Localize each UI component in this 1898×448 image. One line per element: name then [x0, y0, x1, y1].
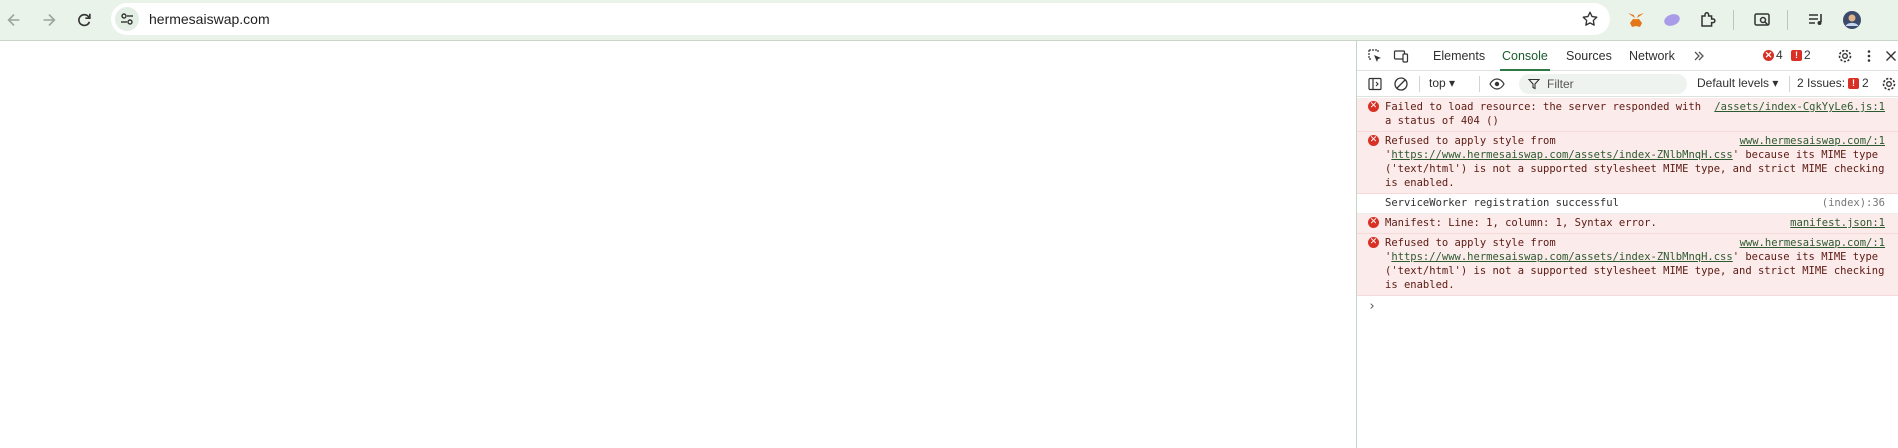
tab-network[interactable]: Network: [1629, 41, 1675, 71]
reload-button[interactable]: [70, 6, 98, 34]
address-bar[interactable]: hermesaiswap.com: [111, 3, 1610, 35]
devtools-tabbar: Elements Console Sources Network ✕ 4 ! 2: [1357, 41, 1898, 71]
stylesheet-url-link[interactable]: https://www.hermesaiswap.com/assets/inde…: [1391, 251, 1732, 263]
arrow-right-icon: [43, 14, 56, 26]
filterbar-divider: [1419, 76, 1420, 92]
error-count-text: 4: [1776, 48, 1783, 62]
arrow-left-icon: [7, 14, 20, 26]
page-viewport: [0, 41, 1356, 448]
message-text: Failed to load resource: the server resp…: [1385, 101, 1702, 127]
stylesheet-url-link[interactable]: https://www.hermesaiswap.com/assets/inde…: [1391, 149, 1732, 161]
message-text: Manifest: Line: 1, column: 1, Syntax err…: [1385, 217, 1657, 229]
filter-placeholder: Filter: [1547, 77, 1574, 91]
forward-button[interactable]: [35, 6, 63, 34]
filter-input[interactable]: Filter: [1519, 74, 1687, 94]
issue-counter[interactable]: ! 2: [1791, 48, 1811, 62]
more-tabs-chevron-icon[interactable]: [1689, 46, 1709, 66]
error-counter[interactable]: ✕ 4: [1763, 48, 1783, 62]
source-link[interactable]: (index):36: [1822, 196, 1885, 210]
console-filterbar: top ▾ Filter Default levels ▾ 2 Issues: …: [1357, 71, 1898, 97]
tab-elements[interactable]: Elements: [1433, 41, 1485, 71]
console-settings-gear-icon[interactable]: [1879, 74, 1898, 94]
clear-console-icon[interactable]: [1391, 74, 1411, 94]
tab-sources[interactable]: Sources: [1566, 41, 1612, 71]
source-link[interactable]: manifest.json:1: [1790, 216, 1885, 230]
extensions-puzzle-icon[interactable]: [1695, 7, 1721, 33]
context-select[interactable]: top ▾: [1429, 76, 1455, 90]
issues-label: 2 Issues:: [1797, 76, 1846, 90]
back-button[interactable]: [0, 6, 28, 34]
issues-badge-count: 2: [1862, 76, 1869, 90]
message-text: ServiceWorker registration successful: [1385, 197, 1619, 209]
tab-console[interactable]: Console: [1500, 41, 1550, 71]
prompt-chevron-icon: ›: [1368, 299, 1376, 314]
close-icon[interactable]: [1881, 46, 1898, 66]
bookmark-star-icon[interactable]: [1581, 10, 1599, 28]
error-icon: ✕: [1368, 101, 1379, 112]
inspect-element-icon[interactable]: [1365, 46, 1385, 66]
error-icon: ✕: [1368, 217, 1379, 228]
media-playlist-icon[interactable]: [1803, 7, 1829, 33]
source-link[interactable]: /assets/index-CgkYyLe6.js:1: [1714, 100, 1885, 114]
kebab-menu-icon[interactable]: [1859, 46, 1879, 66]
toolbar-divider: [1787, 10, 1788, 30]
console-error-message: ✕ /assets/index-CgkYyLe6.js:1 Failed to …: [1357, 98, 1898, 132]
error-icon: ✕: [1368, 135, 1379, 146]
tune-icon: [121, 13, 133, 25]
issue-flag-icon: !: [1791, 49, 1802, 61]
chevron-down-icon: ▾: [1772, 76, 1779, 90]
devtools-panel: Elements Console Sources Network ✕ 4 ! 2: [1356, 41, 1898, 448]
toolbar-divider: [1733, 10, 1734, 30]
metamask-extension-icon[interactable]: [1623, 7, 1649, 33]
console-error-message: ✕ www.hermesaiswap.com/:1 Refused to app…: [1357, 234, 1898, 296]
console-log-message: (index):36 ServiceWorker registration su…: [1357, 194, 1898, 214]
live-expression-eye-icon[interactable]: [1487, 74, 1507, 94]
profile-avatar[interactable]: [1839, 7, 1865, 33]
console-error-message: ✕ www.hermesaiswap.com/:1 Refused to app…: [1357, 132, 1898, 194]
log-levels-label: Default levels: [1697, 76, 1770, 90]
chevron-down-icon: ▾: [1449, 76, 1456, 90]
device-toolbar-icon[interactable]: [1391, 46, 1411, 66]
issues-link[interactable]: 2 Issues: ! 2: [1797, 76, 1869, 90]
issue-flag-icon: !: [1848, 77, 1860, 89]
console-messages: ✕ /assets/index-CgkYyLe6.js:1 Failed to …: [1357, 98, 1898, 314]
context-value: top: [1429, 76, 1446, 90]
issue-count-text: 2: [1804, 48, 1811, 62]
filter-funnel-icon: [1528, 78, 1540, 90]
url-text[interactable]: hermesaiswap.com: [149, 11, 270, 27]
error-icon: ✕: [1368, 237, 1379, 248]
console-prompt[interactable]: ›: [1357, 296, 1898, 314]
source-link[interactable]: www.hermesaiswap.com/:1: [1740, 236, 1885, 250]
google-lens-icon[interactable]: [1749, 7, 1775, 33]
sidebar-toggle-icon[interactable]: [1365, 74, 1385, 94]
error-icon: ✕: [1763, 49, 1774, 61]
reload-icon: [78, 13, 91, 27]
browser-toolbar: hermesaiswap.com: [0, 0, 1898, 41]
console-error-message: ✕ manifest.json:1 Manifest: Line: 1, col…: [1357, 214, 1898, 234]
filterbar-divider: [1479, 76, 1480, 92]
source-link[interactable]: www.hermesaiswap.com/:1: [1740, 134, 1885, 148]
settings-gear-icon[interactable]: [1835, 46, 1855, 66]
log-levels-dropdown[interactable]: Default levels ▾: [1697, 76, 1778, 90]
wallet-extension-icon[interactable]: [1659, 7, 1685, 33]
site-info-button[interactable]: [115, 7, 139, 31]
filterbar-divider: [1789, 76, 1790, 92]
